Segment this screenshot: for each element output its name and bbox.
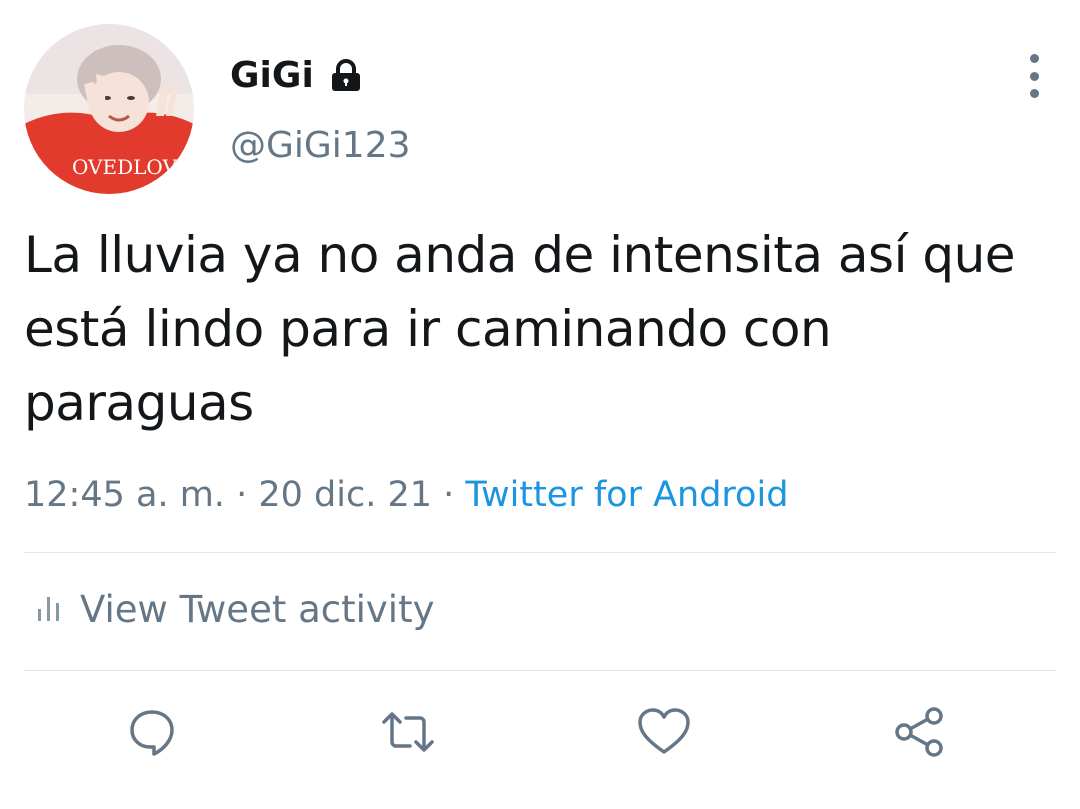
share-icon bbox=[895, 707, 943, 757]
avatar-image: OVEDLOVE bbox=[24, 24, 194, 194]
user-display-name[interactable]: GiGi bbox=[230, 52, 314, 100]
more-dot bbox=[1029, 54, 1039, 63]
meta-separator: · bbox=[236, 475, 248, 515]
reply-button[interactable] bbox=[122, 702, 182, 762]
tweet-time: 12:45 a. m. bbox=[24, 475, 225, 515]
retweet-button[interactable] bbox=[378, 702, 438, 762]
view-tweet-activity-label: View Tweet activity bbox=[80, 588, 435, 631]
meta-separator: · bbox=[443, 475, 455, 515]
tweet-metadata: 12:45 a. m. · 20 dic. 21 · Twitter for A… bbox=[24, 470, 788, 520]
divider bbox=[24, 552, 1056, 553]
tweet-action-bar bbox=[0, 702, 1080, 766]
share-button[interactable] bbox=[890, 702, 950, 762]
display-name[interactable]: GiGi bbox=[230, 52, 364, 100]
reply-icon bbox=[130, 710, 174, 756]
avatar[interactable]: OVEDLOVE bbox=[24, 24, 194, 194]
tweet-source-link[interactable]: Twitter for Android bbox=[465, 475, 788, 515]
like-icon bbox=[638, 708, 690, 754]
bar-chart-icon bbox=[36, 593, 62, 627]
divider bbox=[24, 670, 1056, 671]
lock-icon bbox=[328, 58, 364, 94]
retweet-icon bbox=[382, 712, 434, 752]
view-tweet-activity-button[interactable]: View Tweet activity bbox=[36, 584, 434, 636]
avatar-sweater-text: OVEDLOVE bbox=[72, 155, 192, 179]
like-button[interactable] bbox=[634, 702, 694, 762]
more-dot bbox=[1029, 89, 1039, 98]
more-options-icon[interactable] bbox=[1014, 54, 1054, 98]
user-handle[interactable]: @GiGi123 bbox=[230, 122, 411, 170]
more-dot bbox=[1029, 71, 1039, 81]
tweet-text: La lluvia ya no anda de intensita así qu… bbox=[24, 226, 1016, 432]
tweet-date: 20 dic. 21 bbox=[258, 475, 432, 515]
